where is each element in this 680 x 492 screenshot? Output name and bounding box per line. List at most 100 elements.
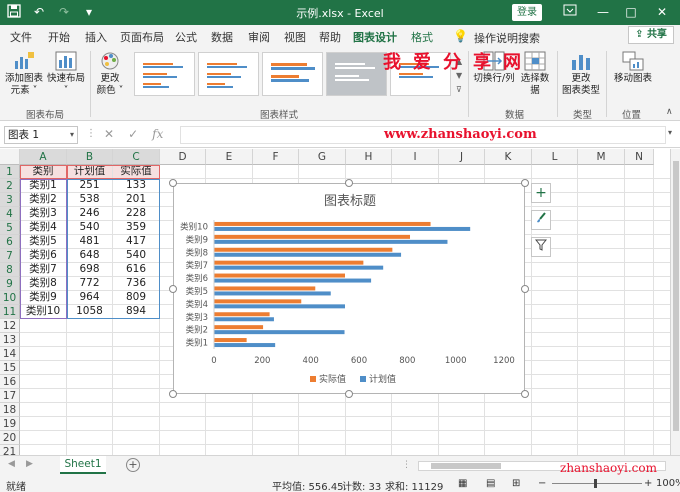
row-header[interactable]: 14 — [0, 347, 20, 361]
expand-formula-icon[interactable]: ▾ — [668, 128, 672, 137]
change-chart-type-button[interactable]: 更改 图表类型 — [561, 51, 601, 97]
ribbon-display-icon[interactable] — [553, 0, 587, 25]
data-cell[interactable]: 类别5 — [20, 235, 66, 248]
row-header[interactable]: 11 — [0, 305, 20, 319]
data-cell[interactable]: 类别7 — [20, 263, 66, 276]
share-button[interactable]: ⇪ 共享 — [628, 26, 674, 44]
zoom-slider[interactable] — [552, 483, 642, 484]
data-cell[interactable]: 538 — [67, 193, 112, 206]
chart-filters-button[interactable] — [531, 237, 551, 257]
row-header[interactable]: 16 — [0, 375, 20, 389]
row-header[interactable]: 18 — [0, 403, 20, 417]
data-cell[interactable]: 类别10 — [20, 305, 66, 318]
tab-5[interactable]: 数据 — [211, 29, 233, 45]
row-header[interactable]: 13 — [0, 333, 20, 347]
close-button[interactable]: ✕ — [645, 0, 679, 25]
sheet-tab-sheet1[interactable]: Sheet1 — [60, 456, 106, 474]
data-cell[interactable]: 648 — [67, 249, 112, 262]
function-icon[interactable]: fx — [152, 127, 163, 141]
data-cell[interactable]: 894 — [113, 305, 159, 318]
data-cell[interactable]: 698 — [67, 263, 112, 276]
chart-style-4[interactable] — [326, 52, 387, 96]
chart-elements-button[interactable]: + — [531, 183, 551, 203]
page-layout-view-icon[interactable]: ▤ — [486, 478, 495, 489]
name-box[interactable]: 图表 1 ▾ — [4, 126, 78, 144]
data-cell[interactable]: 类别6 — [20, 249, 66, 262]
chart-object[interactable]: 图表标题 0 200 400 600 800 1000 1200 类别1 类别2 类别3 类别4 类别5… — [173, 183, 525, 394]
zoom-slider-thumb[interactable] — [594, 479, 597, 488]
row-header[interactable]: 4 — [0, 207, 20, 221]
maximize-button[interactable]: □ — [614, 0, 648, 25]
tab-0[interactable]: 文件 — [10, 29, 32, 45]
chart-styles-button[interactable] — [531, 210, 551, 230]
resize-handle[interactable] — [169, 284, 177, 293]
header-cell[interactable]: 实际值 — [113, 165, 159, 178]
column-header[interactable]: H — [346, 149, 392, 165]
row-header[interactable]: 2 — [0, 179, 20, 193]
data-cell[interactable]: 616 — [113, 263, 159, 276]
column-header[interactable]: M — [578, 149, 625, 165]
tab-6[interactable]: 审阅 — [248, 29, 270, 45]
data-cell[interactable]: 228 — [113, 207, 159, 220]
column-header[interactable]: K — [485, 149, 532, 165]
next-sheet-icon[interactable]: ▶ — [26, 459, 33, 469]
column-header[interactable]: B — [67, 149, 113, 165]
data-cell[interactable]: 736 — [113, 277, 159, 290]
column-header[interactable]: J — [439, 149, 485, 165]
resize-handle[interactable] — [345, 179, 353, 187]
data-cell[interactable]: 类别4 — [20, 221, 66, 234]
data-cell[interactable]: 类别3 — [20, 207, 66, 220]
data-cell[interactable]: 1058 — [67, 305, 112, 318]
row-header[interactable]: 12 — [0, 319, 20, 333]
resize-handle[interactable] — [169, 390, 177, 398]
change-colors-button[interactable]: 更改 颜色 ˅ — [93, 51, 127, 97]
data-cell[interactable]: 133 — [113, 179, 159, 192]
data-cell[interactable]: 540 — [67, 221, 112, 234]
vertical-scrollbar[interactable] — [670, 149, 680, 455]
tab-10[interactable]: 格式 — [411, 29, 433, 45]
row-header[interactable]: 15 — [0, 361, 20, 375]
data-cell[interactable]: 809 — [113, 291, 159, 304]
data-cell[interactable]: 246 — [67, 207, 112, 220]
column-header[interactable]: F — [253, 149, 299, 165]
data-cell[interactable]: 481 — [67, 235, 112, 248]
tab-9[interactable]: 图表设计 — [353, 29, 397, 50]
data-cell[interactable]: 417 — [113, 235, 159, 248]
page-break-view-icon[interactable]: ⊞ — [512, 478, 520, 489]
horizontal-scroll-thumb[interactable] — [431, 463, 501, 469]
resize-handle[interactable] — [169, 179, 177, 187]
column-header[interactable]: I — [392, 149, 439, 165]
add-chart-element-button[interactable]: 添加图表 元素 ˅ — [4, 51, 44, 97]
check-icon[interactable]: ✓ — [128, 127, 138, 141]
quick-layout-button[interactable]: 快速布局 ˅ — [46, 51, 86, 97]
data-cell[interactable]: 772 — [67, 277, 112, 290]
column-header[interactable]: A — [20, 149, 67, 165]
chart-style-2[interactable] — [198, 52, 259, 96]
row-header[interactable]: 9 — [0, 277, 20, 291]
zoom-in-icon[interactable]: + — [644, 478, 652, 489]
row-header[interactable]: 8 — [0, 263, 20, 277]
row-header[interactable]: 5 — [0, 221, 20, 235]
row-header[interactable]: 17 — [0, 389, 20, 403]
chart-style-3[interactable] — [262, 52, 323, 96]
tab-7[interactable]: 视图 — [284, 29, 306, 45]
data-cell[interactable]: 类别9 — [20, 291, 66, 304]
data-cell[interactable]: 540 — [113, 249, 159, 262]
resize-handle[interactable] — [345, 390, 353, 398]
data-cell[interactable]: 359 — [113, 221, 159, 234]
tab-split-icon[interactable]: ⋮ — [402, 460, 411, 470]
login-button[interactable]: 登录 — [512, 4, 542, 21]
column-header[interactable]: G — [299, 149, 346, 165]
row-header[interactable]: 3 — [0, 193, 20, 207]
tell-me-search[interactable]: 操作说明搜索 — [474, 30, 540, 46]
cancel-icon[interactable]: ✕ — [104, 127, 114, 141]
header-cell[interactable]: 类别 — [20, 165, 66, 178]
row-header[interactable]: 1 — [0, 165, 20, 179]
resize-handle[interactable] — [521, 390, 529, 398]
tab-3[interactable]: 页面布局 — [120, 29, 164, 45]
column-header[interactable]: N — [625, 149, 654, 165]
data-cell[interactable]: 类别8 — [20, 277, 66, 290]
column-header[interactable]: E — [206, 149, 253, 165]
zoom-level[interactable]: 100% — [656, 478, 680, 489]
vertical-scroll-thumb[interactable] — [673, 161, 679, 431]
